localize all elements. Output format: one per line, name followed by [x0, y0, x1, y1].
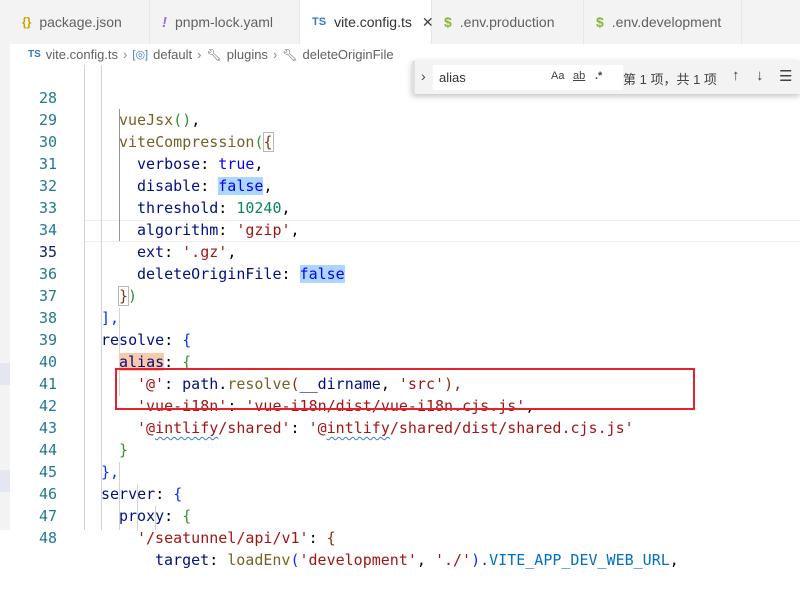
editor-tab-bar: {} package.json ! pnpm-lock.yaml TS vite…	[10, 0, 800, 44]
code-line: 46 proxy: {	[10, 461, 800, 525]
code-line: 44 },	[10, 417, 800, 481]
wrench-icon: 🔧︎	[206, 47, 222, 62]
tab-label: pnpm-lock.yaml	[175, 14, 274, 30]
code-line: 48 target: loadEnv('development', './').…	[10, 505, 800, 569]
whole-word-button[interactable]: ab	[573, 70, 585, 82]
tab-vite-config[interactable]: TS vite.config.ts ✕	[300, 0, 434, 44]
find-match-status: 第 1 项，共 1 项	[623, 72, 717, 87]
variable-symbol-icon: [◎]	[132, 49, 149, 61]
tab-pnpm-lock[interactable]: ! pnpm-lock.yaml	[150, 0, 300, 44]
strip-marker	[0, 363, 10, 385]
annotation-highlight-box	[115, 368, 695, 410]
code-editor[interactable]: 28 vueJsx(), 29 viteCompression({ 30 ver…	[10, 65, 800, 569]
yaml-file-icon: !	[162, 13, 167, 31]
breadcrumb-default[interactable]: default	[153, 47, 192, 62]
breadcrumb-file[interactable]: vite.config.ts	[46, 47, 118, 62]
tab-label: package.json	[39, 14, 122, 30]
code-line-current: 35 deleteOriginFile: false	[10, 219, 800, 283]
find-widget: › Aa ab .* 第 1 项，共 1 项 ↑ ↓ ☰	[412, 61, 800, 94]
selection-filter-icon[interactable]: ☰	[779, 67, 792, 85]
activity-strip	[0, 0, 10, 530]
tab-label: .env.production	[459, 14, 555, 30]
dollar-file-icon: $	[444, 14, 452, 30]
json-file-icon: {}	[22, 15, 32, 29]
code-line: 30 verbose: true,	[10, 109, 800, 173]
chevron-right-icon[interactable]: ›	[421, 68, 426, 84]
typescript-file-icon: TS	[312, 16, 327, 28]
chevron-right-icon: ›	[197, 47, 202, 62]
tab-label: vite.config.ts	[334, 14, 412, 30]
code-line: 45 server: {	[10, 439, 800, 503]
code-line: 39 alias: {	[10, 307, 800, 371]
breadcrumb-deleteOriginFile[interactable]: deleteOriginFile	[303, 47, 394, 62]
dollar-file-icon: $	[596, 14, 604, 30]
code-line: 33 algorithm: 'gzip',	[10, 175, 800, 239]
code-line: 31 disable: false,	[10, 131, 800, 195]
code-line: 32 threshold: 10240,	[10, 153, 800, 217]
tab-package-json[interactable]: {} package.json	[10, 0, 150, 44]
regex-button[interactable]: .*	[595, 70, 602, 82]
strip-marker	[0, 470, 10, 492]
code-line: 34 ext: '.gz',	[10, 197, 800, 261]
chevron-right-icon: ›	[272, 47, 278, 62]
tab-env-production[interactable]: $ .env.production	[432, 0, 584, 44]
breadcrumb-plugins[interactable]: plugins	[227, 47, 268, 62]
line-number: 48	[38, 529, 57, 547]
wrench-icon: 🔧︎	[282, 47, 298, 62]
arrow-down-icon[interactable]: ↓	[756, 67, 764, 84]
arrow-up-icon[interactable]: ↑	[732, 67, 740, 84]
code-line: 40 '@': path.resolve(__dirname, 'src'),	[10, 329, 800, 393]
typescript-file-icon: TS	[28, 49, 41, 60]
match-case-button[interactable]: Aa	[551, 70, 564, 82]
chevron-right-icon: ›	[123, 47, 128, 62]
code-line: 36 })	[10, 241, 800, 306]
tab-label: .env.development	[611, 14, 722, 30]
code-line: 38 resolve: {	[10, 285, 800, 349]
code-line: 47 '/seatunnel/api/v1': {	[10, 483, 800, 547]
tab-env-development[interactable]: $ .env.development	[584, 0, 742, 44]
code-line: 37 ],	[10, 263, 800, 327]
